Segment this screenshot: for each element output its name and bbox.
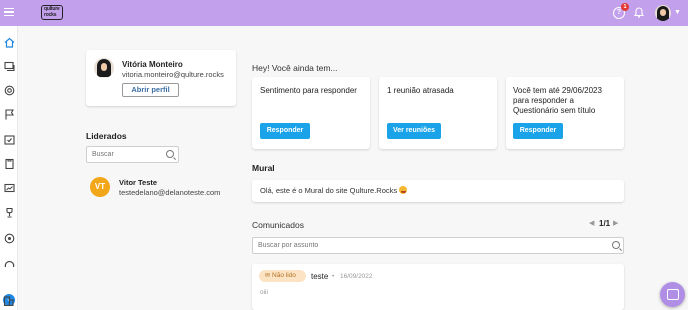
comunicado-body: oiii: [260, 289, 268, 296]
view-meetings-button[interactable]: Ver reuniões: [387, 123, 441, 139]
search-icon[interactable]: [612, 241, 620, 249]
clipboard-icon[interactable]: [4, 158, 15, 170]
grinning-emoji-icon: [399, 186, 408, 194]
chat-support-button[interactable]: [660, 282, 685, 307]
radar-icon[interactable]: [4, 233, 15, 244]
liderado-email: testedelano@delanoteste.com: [119, 188, 221, 197]
pending-card-text: Questionário sem título: [513, 106, 596, 115]
comunicado-date: 16/09/2022: [340, 273, 373, 280]
chevron-down-icon[interactable]: ▼: [674, 9, 681, 16]
liderado-name[interactable]: Vitor Teste: [119, 178, 157, 187]
target-icon[interactable]: [4, 85, 15, 96]
sidebar: ⌄: [0, 26, 18, 310]
comunicados-search-input[interactable]: [252, 237, 624, 254]
building-icon[interactable]: [3, 295, 14, 307]
envelope-icon: ✉: [265, 273, 271, 279]
comunicados-title: Comunicados: [252, 220, 304, 230]
separator-dot: •: [332, 273, 335, 280]
search-icon[interactable]: [166, 150, 174, 158]
profile-avatar: [94, 58, 114, 78]
avatar[interactable]: VT: [90, 177, 110, 197]
profile-email: vitoria.monteiro@qulture.rocks: [122, 70, 224, 79]
pending-card-text: Sentimento para responder: [260, 86, 357, 95]
mural-text: Olá, este é o Mural do site Qulture.Rock…: [260, 186, 408, 195]
profile-name: Vitória Monteiro: [122, 60, 183, 69]
chart-icon[interactable]: [4, 183, 15, 194]
next-page-icon[interactable]: ▶: [613, 219, 618, 227]
trophy-icon[interactable]: [4, 207, 15, 218]
pending-card-text: para responder a: [513, 96, 574, 105]
pending-card-text: Você tem até 29/06/2023: [513, 86, 602, 95]
comunicado-card[interactable]: [252, 264, 624, 310]
bell-icon[interactable]: [633, 7, 645, 19]
liderados-title: Liderados: [86, 131, 127, 141]
calendar-check-icon[interactable]: [4, 134, 15, 145]
pagination-label: 1/1: [599, 219, 611, 228]
home-icon[interactable]: [4, 37, 15, 48]
gauge-icon[interactable]: [4, 259, 15, 270]
open-profile-button[interactable]: Abrir perfil: [122, 83, 179, 97]
app-logo[interactable]: qulture rocks: [41, 5, 63, 20]
user-avatar[interactable]: [655, 5, 671, 21]
chat-icon[interactable]: [4, 61, 15, 72]
menu-icon[interactable]: [4, 8, 14, 16]
flag-icon[interactable]: [4, 109, 15, 120]
respond-button[interactable]: Responder: [513, 123, 563, 139]
comunicado-title[interactable]: teste: [311, 272, 328, 281]
status-badge: ✉ Não lido: [259, 270, 306, 282]
pending-card-text: 1 reunião atrasada: [387, 86, 454, 95]
pending-title: Hey! Você ainda tem...: [252, 63, 338, 73]
respond-button[interactable]: Responder: [260, 123, 310, 139]
notification-badge: 1: [621, 3, 629, 11]
mural-title: Mural: [252, 163, 275, 173]
top-bar: qulture rocks ? 1 ▼: [0, 0, 688, 26]
prev-page-icon[interactable]: ◀: [589, 219, 594, 227]
